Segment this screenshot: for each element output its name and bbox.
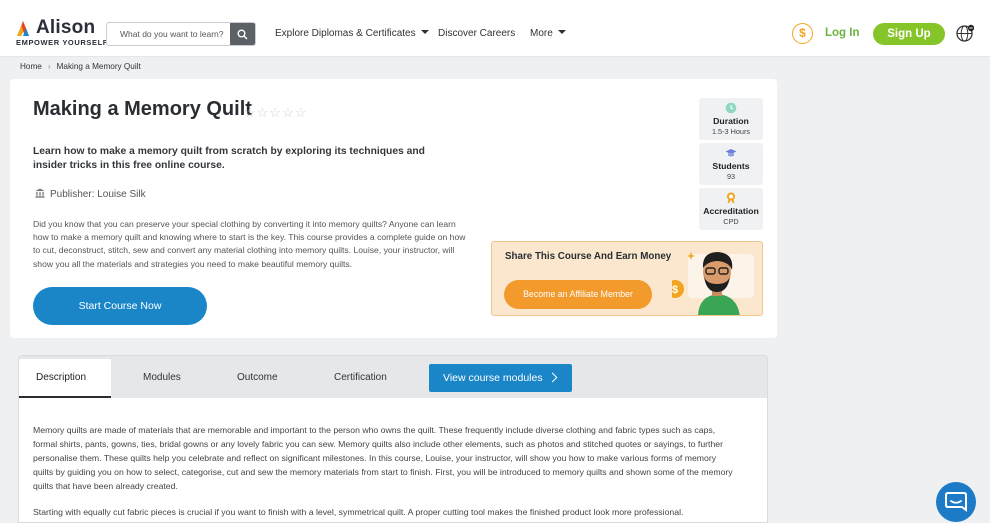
globe-language-icon[interactable] — [955, 24, 974, 43]
duration-value: 1.5-3 Hours — [711, 127, 751, 136]
affiliate-banner: Share This Course And Earn Money Become … — [491, 241, 763, 316]
course-title: Making a Memory Quilt — [33, 98, 252, 120]
accreditation-stat: Accreditation CPD — [699, 188, 763, 230]
nav-more-label: More — [530, 28, 553, 39]
students-value: 93 — [726, 172, 736, 181]
affiliate-title: Share This Course And Earn Money — [505, 251, 672, 262]
alison-logo-mark-icon — [17, 21, 29, 36]
tab-modules[interactable]: Modules — [143, 372, 181, 383]
start-course-button[interactable]: Start Course Now — [33, 287, 207, 325]
course-lead: Learn how to make a memory quilt from sc… — [33, 146, 425, 171]
breadcrumb-home[interactable]: Home — [20, 62, 42, 71]
active-tab-underline — [19, 396, 111, 398]
chat-bubble-icon — [945, 492, 967, 512]
chevron-down-icon — [420, 30, 429, 34]
dollar-coin-icon[interactable]: $ — [792, 23, 813, 44]
tab-description-label: Description — [36, 372, 87, 383]
tab-outcome[interactable]: Outcome — [237, 372, 278, 383]
logo-text: Alison — [36, 17, 96, 38]
chevron-right-icon — [547, 372, 558, 383]
breadcrumb-current: Making a Memory Quilt — [56, 62, 141, 71]
course-card: Making a Memory Quilt ☆☆☆☆☆ Learn how to… — [10, 79, 777, 338]
search-icon — [237, 29, 248, 40]
nav-explore-diplomas[interactable]: Explore Diplomas & Certificates — [275, 28, 429, 39]
tab-certification[interactable]: Certification — [334, 372, 387, 383]
chevron-right-icon: › — [47, 62, 51, 71]
publisher: Publisher: Louise Silk — [35, 188, 146, 200]
tab-description[interactable]: Description — [19, 356, 111, 398]
accreditation-label: Accreditation — [703, 206, 759, 216]
svg-text:$: $ — [672, 284, 678, 296]
description-paragraph: Memory quilts are made of materials that… — [33, 425, 733, 491]
alison-logo[interactable]: Alison EMPOWER YOURSELF — [15, 17, 108, 47]
logo-tagline: EMPOWER YOURSELF — [16, 38, 108, 47]
award-ribbon-icon — [727, 192, 735, 204]
affiliate-person-illustration: $ — [672, 252, 754, 315]
search-button[interactable] — [230, 23, 255, 45]
graduation-cap-icon — [725, 149, 737, 157]
signup-button[interactable]: Sign Up — [873, 23, 945, 45]
clock-icon — [725, 102, 737, 114]
accreditation-value: CPD — [723, 217, 739, 226]
publisher-name[interactable]: Publisher: Louise Silk — [50, 189, 146, 200]
breadcrumb: Home › Making a Memory Quilt — [20, 62, 141, 71]
course-tabs: Description Modules Outcome Certificatio… — [19, 356, 767, 398]
duration-label: Duration — [713, 116, 749, 126]
institution-icon — [35, 188, 45, 198]
chevron-down-icon — [557, 30, 566, 34]
nav-more[interactable]: More — [530, 28, 566, 39]
nav-explore-label: Explore Diplomas & Certificates — [275, 28, 416, 39]
login-button[interactable]: Log In — [825, 27, 860, 39]
search-input[interactable] — [107, 23, 231, 45]
duration-stat: Duration 1.5-3 Hours — [699, 98, 763, 140]
site-header: Alison EMPOWER YOURSELF Explore Diplomas… — [0, 0, 990, 57]
view-modules-label: View course modules — [443, 372, 543, 384]
students-stat: Students 93 — [699, 143, 763, 185]
rating-stars: ☆☆☆☆☆ — [244, 105, 308, 120]
nav-discover-careers[interactable]: Discover Careers — [438, 28, 515, 39]
students-label: Students — [712, 161, 750, 171]
view-course-modules-button[interactable]: View course modules — [429, 364, 572, 392]
description-paragraph: Starting with equally cut fabric pieces … — [33, 507, 684, 517]
chat-support-button[interactable] — [936, 482, 976, 522]
become-affiliate-button[interactable]: Become an Affiliate Member — [504, 280, 652, 309]
course-details-panel: Description Modules Outcome Certificatio… — [18, 355, 768, 523]
search-box — [106, 22, 256, 46]
course-description: Did you know that you can preserve your … — [33, 219, 466, 269]
